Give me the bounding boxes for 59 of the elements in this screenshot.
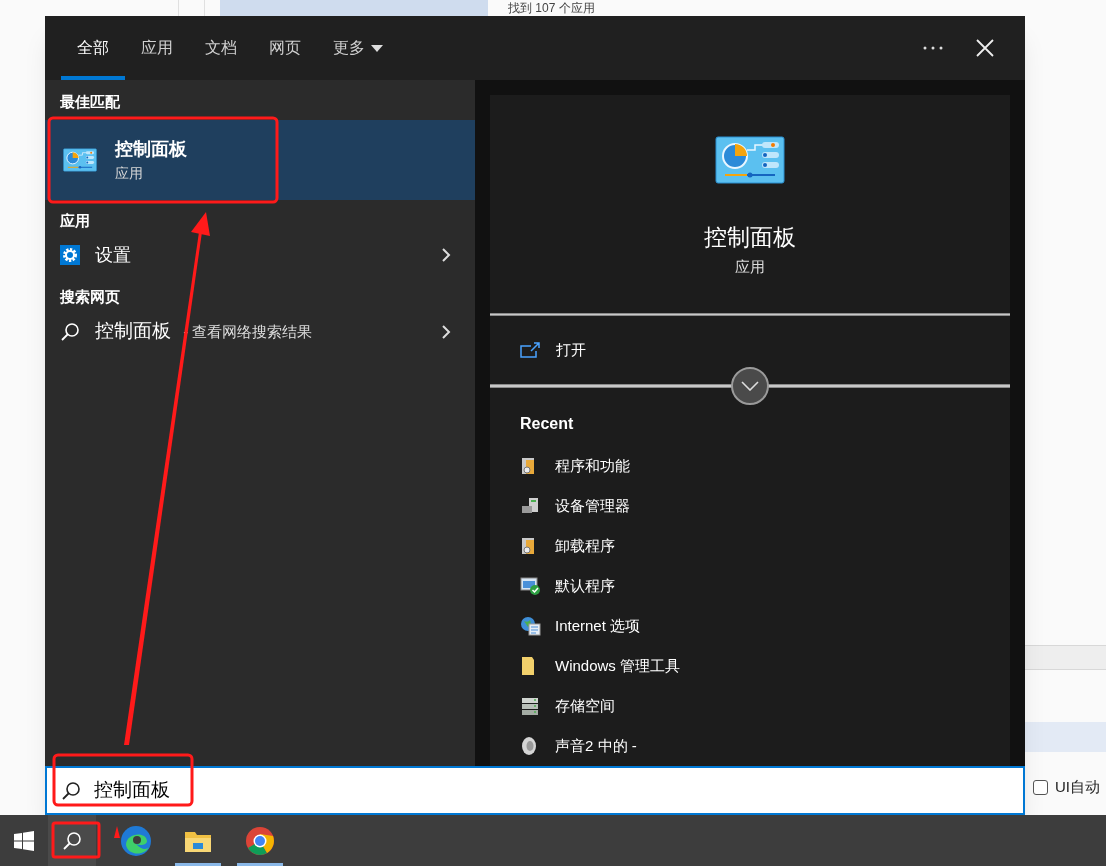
tab-underline	[61, 76, 125, 80]
recent-item[interactable]: Windows 管理工具	[490, 646, 1010, 686]
filter-tab[interactable]: 更多	[317, 16, 399, 80]
search-field[interactable]: 控制面板	[45, 766, 1025, 815]
chevron-down-icon	[741, 381, 759, 392]
search-input[interactable]: 控制面板	[94, 776, 1023, 805]
recent-heading: Recent	[519, 414, 575, 434]
windows-logo-icon	[14, 830, 34, 851]
folder-icon	[520, 656, 536, 676]
recent-item[interactable]: 卸载程序	[490, 526, 1010, 566]
filter-tab[interactable]: 全部	[61, 16, 125, 80]
filter-tab[interactable]: 文档	[189, 16, 253, 80]
search-icon	[61, 780, 81, 801]
preview-subtitle: 应用	[735, 257, 765, 277]
result-item[interactable]: 控制面板 - 查看网络搜索结果	[45, 310, 475, 353]
wave-swirl-icon	[120, 824, 152, 857]
checkbox-label: UI自动	[1055, 777, 1100, 797]
computer-device-icon	[520, 497, 540, 515]
annotation-arrow	[114, 826, 120, 838]
control-panel-icon	[715, 136, 785, 184]
recent-item[interactable]: 设备管理器	[490, 486, 1010, 526]
running-indicator	[237, 863, 283, 866]
open-action[interactable]: 打开	[490, 316, 1010, 385]
result-label: 控制面板 - 查看网络搜索结果	[95, 323, 313, 341]
recent-item[interactable]: 声音2 中的 -	[490, 726, 1010, 766]
caret-down-icon	[371, 44, 383, 52]
filter-tab[interactable]: 应用	[125, 16, 189, 80]
recent-item[interactable]: 程序和功能	[490, 446, 1010, 486]
chevron-right-icon	[441, 247, 451, 263]
recent-item[interactable]: Internet 选项	[490, 606, 1010, 646]
section-heading: 搜索网页	[59, 287, 121, 307]
recent-item[interactable]: 默认程序	[490, 566, 1010, 606]
search-icon	[60, 321, 80, 342]
preview-title: 控制面板	[704, 223, 796, 252]
section-heading: 应用	[59, 210, 91, 231]
expand-button[interactable]	[731, 367, 769, 406]
recent-item[interactable]: 存储空间	[490, 686, 1010, 726]
annotation-box	[51, 821, 101, 859]
storage-drives-icon	[520, 696, 540, 716]
close-icon	[976, 39, 994, 57]
section-heading: 最佳匹配	[59, 92, 121, 112]
app-type: 应用	[115, 163, 144, 182]
result-count: 找到 107 个应用	[508, 1, 595, 15]
checkbox[interactable]	[1033, 779, 1048, 795]
speaker-icon	[520, 736, 538, 756]
open-external-icon	[520, 342, 540, 359]
control-panel-icon	[63, 147, 97, 172]
running-indicator	[175, 863, 221, 866]
result-label: 设置	[95, 244, 131, 265]
settings-icon	[60, 245, 80, 265]
search-icon	[62, 830, 82, 851]
best-match-item[interactable]: 控制面板 应用	[45, 119, 475, 200]
chevron-right-icon	[441, 323, 451, 340]
window-check-icon	[520, 576, 542, 596]
app-title: 控制面板	[115, 137, 187, 160]
filter-tab[interactable]: 网页	[253, 16, 317, 80]
ellipsis-icon	[923, 46, 943, 50]
globe-settings-icon	[520, 616, 542, 636]
circle-tricolor-icon	[245, 825, 275, 856]
